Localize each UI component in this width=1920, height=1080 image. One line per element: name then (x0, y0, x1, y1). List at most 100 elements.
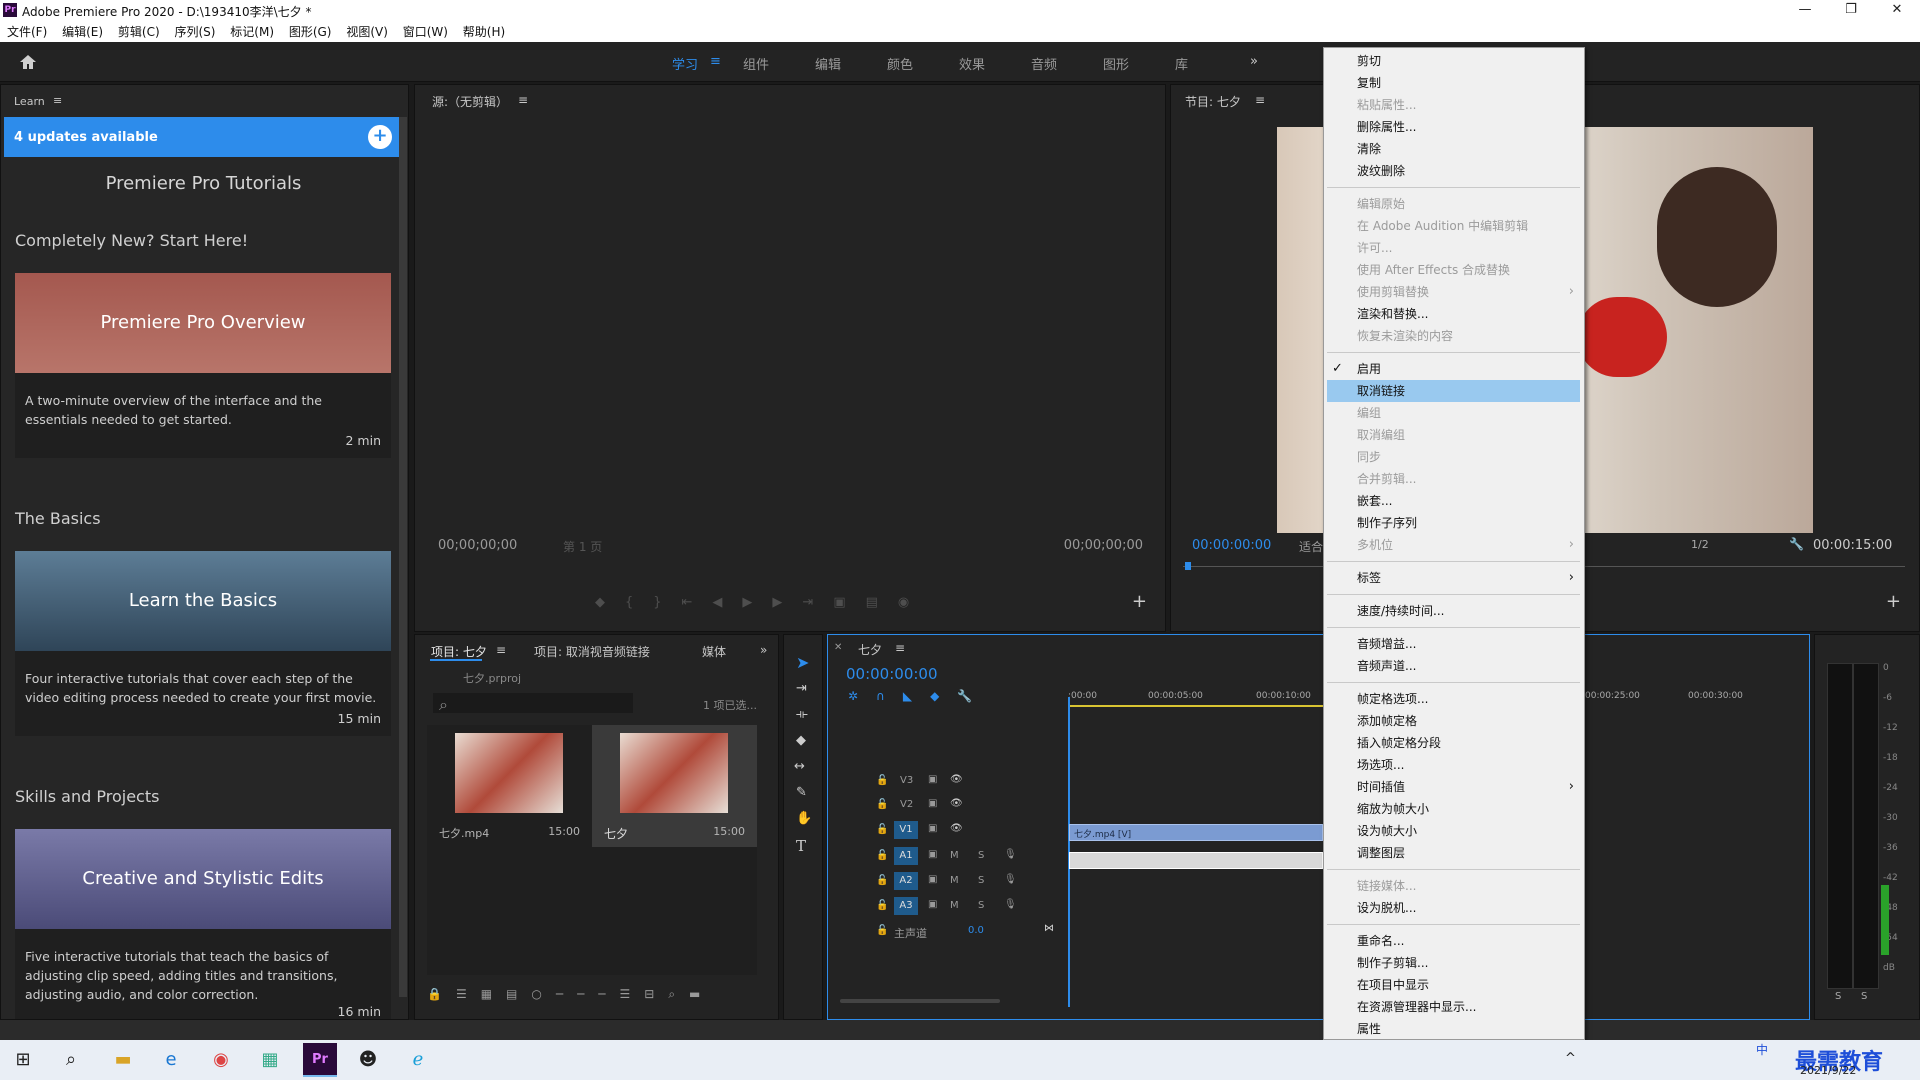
master-mark-icon[interactable]: ⋈ (1044, 923, 1054, 934)
chrome-browser-icon[interactable]: ◉ (206, 1045, 236, 1075)
lock-icon[interactable]: 🔓 (876, 850, 888, 861)
file-explorer-icon[interactable]: ▬ (108, 1045, 138, 1075)
context-menu-item[interactable]: 制作子剪辑... (1324, 952, 1584, 974)
timeline-zoom-scrollbar[interactable] (840, 999, 1000, 1003)
add-button-icon[interactable]: + (1886, 591, 1901, 612)
workspace-tab-audio[interactable]: 音频 (1031, 54, 1057, 73)
track-header-v3[interactable]: 🔓 V3 ▣ 👁 (828, 771, 1064, 793)
context-menu-item[interactable]: 标签 › (1324, 567, 1584, 589)
workspace-tab-assembly[interactable]: 组件 (743, 54, 769, 73)
track-header-a3[interactable]: 🔓 A3 ▣ M S 🎙 (828, 896, 1064, 918)
mute-button[interactable]: M (950, 875, 959, 886)
eye-icon[interactable]: 👁 (950, 774, 963, 785)
lock-icon[interactable]: 🔓 (876, 799, 888, 810)
source-monitor-title[interactable]: 源:（无剪辑） (432, 93, 508, 110)
razor-tool-icon[interactable]: ◆ (796, 733, 806, 748)
qq-icon[interactable]: ☻ (353, 1045, 383, 1075)
tutorial-card[interactable]: Creative and Stylistic Edits Five intera… (15, 829, 391, 1019)
playhead[interactable] (1185, 562, 1191, 570)
track-label-active[interactable]: A2 (894, 872, 918, 890)
mute-button[interactable]: M (950, 850, 959, 861)
project-tab[interactable]: 项目: 取消视音频链接 (534, 643, 650, 660)
ie-browser-icon[interactable]: ℯ (403, 1045, 433, 1075)
context-menu-item[interactable]: 渲染和替换... (1324, 303, 1584, 325)
solo-button[interactable]: S (978, 900, 984, 911)
context-menu-item[interactable]: 调整图层 (1324, 842, 1584, 864)
project-item[interactable]: 七夕.mp4 15:00 (427, 725, 592, 847)
menu-marker[interactable]: 标记(M) (230, 22, 274, 42)
mute-button[interactable]: M (950, 900, 959, 911)
timeline-timecode[interactable]: 00:00:00:00 (846, 665, 938, 683)
context-menu-item[interactable]: 属性 (1324, 1018, 1584, 1040)
track-header-a1[interactable]: 🔓 A1 ▣ M S 🎙 (828, 846, 1064, 868)
source-timecode-in[interactable]: 00;00;00;00 (438, 538, 517, 553)
context-menu-item[interactable]: 启用 ✓ (1324, 358, 1584, 380)
project-tab[interactable]: 项目: 七夕 (431, 643, 487, 660)
slip-tool-icon[interactable]: ↔ (794, 759, 805, 774)
workspace-tab-graphics[interactable]: 图形 (1103, 54, 1129, 73)
context-menu-item[interactable]: 在项目中显示 (1324, 974, 1584, 996)
toggle-sync-icon[interactable]: ▣ (928, 899, 937, 910)
panel-menu-icon[interactable]: ≡ (53, 94, 62, 107)
video-clip[interactable]: 七夕.mp4 [V] (1069, 824, 1323, 841)
lock-icon[interactable]: 🔓 (876, 775, 888, 786)
context-menu-item[interactable]: 嵌套... (1324, 490, 1584, 512)
toggle-sync-icon[interactable]: ▣ (928, 823, 937, 834)
lock-icon[interactable]: 🔓 (876, 824, 888, 835)
timeline-toolbar[interactable]: ✲∩◣◆🔧 (848, 689, 998, 703)
toggle-sync-icon[interactable]: ▣ (928, 874, 937, 885)
eye-icon[interactable]: 👁 (950, 798, 963, 809)
menu-window[interactable]: 窗口(W) (403, 22, 448, 42)
context-menu-item[interactable]: 重命名... (1324, 930, 1584, 952)
plus-icon[interactable]: + (368, 125, 392, 149)
context-menu-item[interactable]: 场选项... (1324, 754, 1584, 776)
context-menu-item[interactable]: 波纹删除 (1324, 160, 1584, 182)
workspace-menu-icon[interactable]: ≡ (710, 54, 721, 69)
resolution-select[interactable]: 1/2 (1691, 538, 1709, 551)
track-header-v2[interactable]: 🔓 V2 ▣ 👁 (828, 795, 1064, 817)
context-menu-item[interactable]: 在资源管理器中显示... (1324, 996, 1584, 1018)
eye-icon[interactable]: 👁 (950, 823, 963, 834)
context-menu-item[interactable]: 设为脱机... (1324, 897, 1584, 919)
source-transport-controls[interactable]: ◆{}⇤◀▶▶⇥▣▤◉ (595, 595, 995, 611)
lock-icon[interactable]: 🔓 (876, 875, 888, 886)
track-select-tool-icon[interactable]: ⇥ (796, 681, 807, 696)
project-footer-toolbar[interactable]: 🔒☰▦▤○───☰⊟⌕▬ (427, 987, 767, 1007)
panel-menu-icon[interactable]: ≡ (496, 643, 506, 657)
hand-tool-icon[interactable]: ✋ (796, 811, 812, 826)
app-icon[interactable]: ▦ (255, 1045, 285, 1075)
mic-icon[interactable]: 🎙 (1004, 874, 1017, 885)
menu-clip[interactable]: 剪辑(C) (118, 22, 160, 42)
audio-clip[interactable] (1069, 852, 1323, 869)
context-menu-item[interactable]: 添加帧定格 (1324, 710, 1584, 732)
context-menu-item[interactable]: 剪切 (1324, 50, 1584, 72)
menu-help[interactable]: 帮助(H) (463, 22, 505, 42)
lock-icon[interactable]: 🔓 (876, 900, 888, 911)
panel-menu-icon[interactable]: ≡ (895, 641, 905, 655)
scrollbar[interactable] (399, 117, 407, 997)
pen-tool-icon[interactable]: ✎ (796, 785, 807, 800)
context-menu-item[interactable]: 帧定格选项... (1324, 688, 1584, 710)
edge-browser-icon[interactable]: e (156, 1045, 186, 1075)
panel-menu-icon[interactable]: ≡ (1255, 93, 1265, 107)
solo-button[interactable]: S (978, 875, 984, 886)
mic-icon[interactable]: 🎙 (1004, 899, 1017, 910)
windows-start-icon[interactable]: ⊞ (8, 1045, 38, 1075)
menu-edit[interactable]: 编辑(E) (62, 22, 103, 42)
master-volume[interactable]: 0.0 (968, 925, 984, 936)
menu-graphics[interactable]: 图形(G) (289, 22, 332, 42)
workspace-tab-effects[interactable]: 效果 (959, 54, 985, 73)
solo-button[interactable]: S (978, 850, 984, 861)
wrench-icon[interactable]: 🔧 (1789, 537, 1804, 551)
menu-sequence[interactable]: 序列(S) (174, 22, 215, 42)
maximize-button[interactable]: ❐ (1828, 0, 1874, 22)
updates-banner[interactable]: 4 updates available + (4, 117, 404, 157)
selection-tool-icon[interactable]: ➤ (796, 653, 809, 672)
close-tab-icon[interactable]: ✕ (834, 642, 842, 653)
context-menu-item[interactable]: 设为帧大小 (1324, 820, 1584, 842)
context-menu-item[interactable]: 制作子序列 (1324, 512, 1584, 534)
panel-menu-icon[interactable]: ≡ (518, 93, 528, 107)
type-tool-icon[interactable]: T (796, 837, 806, 855)
menu-view[interactable]: 视图(V) (346, 22, 388, 42)
context-menu-item[interactable]: 速度/持续时间... (1324, 600, 1584, 622)
